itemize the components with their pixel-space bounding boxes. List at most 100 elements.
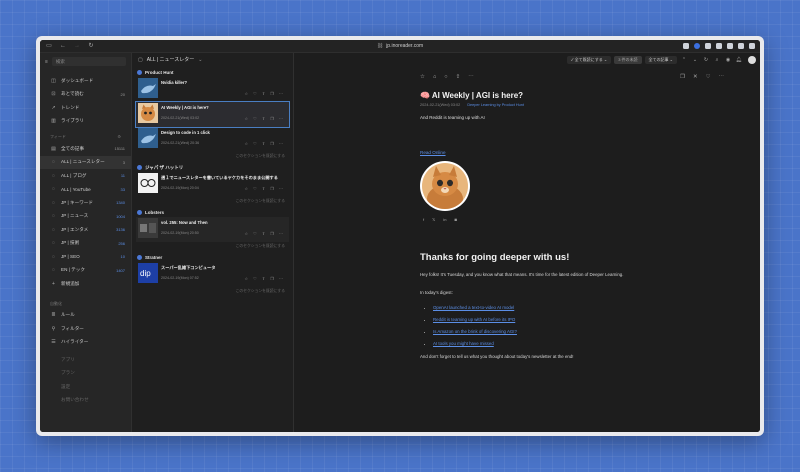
sidebar-item[interactable]: ↗ トレンド [40, 101, 131, 115]
extension-icon[interactable] [694, 43, 700, 49]
article-title: Design to code in 1 click [161, 130, 210, 135]
sidebar-feed-item[interactable]: ◌ JP | SEO 10 [40, 250, 131, 264]
extension-icon[interactable] [683, 43, 689, 49]
read-online-link[interactable]: Read Online [420, 150, 446, 155]
article-row[interactable]: Design to code in 1 click 2024-02-21(Wed)… [136, 127, 289, 152]
sidebar-item[interactable]: ▥ ライブラリ [40, 115, 131, 129]
mark-section-read-link[interactable]: このセクションを既読にする [136, 197, 289, 206]
settings-icon[interactable]: ⚙ [117, 134, 121, 140]
mark-section-read-link[interactable]: このセクションを既読にする [136, 152, 289, 161]
article-title[interactable]: 🧠 AI Weekly | AGI is here? [420, 91, 650, 100]
sidebar-feed-item[interactable]: ◌ JP | ニュース 1004 [40, 210, 131, 224]
feed-title[interactable]: Stratner [136, 253, 289, 262]
article-actions[interactable]: ☆ ♡ ⇪ ❐ ⋯ [244, 231, 285, 236]
copy-icon[interactable]: ❐ [680, 74, 685, 80]
sidebar-feed-item[interactable]: ◌ JP | キーワード 1340 [40, 196, 131, 210]
mark-section-read-link[interactable]: このセクションを既読にする [136, 242, 289, 251]
extension-icon[interactable] [716, 43, 722, 49]
sidebar-footer-link[interactable]: アプリ [40, 353, 131, 367]
article-actions[interactable]: ☆ ♡ ⇪ ❐ ⋯ [244, 116, 285, 121]
digest-link[interactable]: Is Amazon on the brink of discovering AG… [433, 329, 517, 334]
digest-link[interactable]: AI tools you might have missed [433, 341, 494, 346]
article-actions[interactable]: ☆ ♡ ⇪ ❐ ⋯ [244, 186, 285, 191]
reader-toolbar: ✓ 全て既読にする ⌄ 3 件の未読 全ての記事 ⌄ ⌃ ⌄ ↻ ⌕ ◉ 🔔︎ [294, 53, 760, 66]
discord-icon[interactable]: ◙ [454, 217, 456, 222]
chevron-up-icon[interactable]: ⌃ [680, 57, 688, 63]
sidebar-toggle-icon[interactable]: ▭ [45, 42, 53, 50]
sidebar-item[interactable]: ☰ ハイライター [40, 336, 131, 350]
sidebar-item[interactable]: ⊡ あとで読む 20 [40, 88, 131, 102]
feed-title[interactable]: ジャパ ザ ハットリ [136, 163, 289, 172]
app-window: ▭ ← → ↻ ⛓ jp.inoreader.com ≡ 検索 ◫ ダッシュボード… [40, 40, 760, 432]
feed-title[interactable]: Product Hunt [136, 68, 289, 77]
trend-icon: ↗ [51, 104, 56, 111]
facebook-icon[interactable]: f [423, 217, 424, 222]
mark-section-read-link[interactable]: このセクションを既読にする [136, 287, 289, 296]
article-source-link[interactable]: Deeper Learning by Product Hunt [467, 103, 524, 107]
sidebar-feed-item[interactable]: ◌ EN | テック 1407 [40, 264, 131, 278]
avatar[interactable] [748, 55, 756, 64]
sidebar-item[interactable]: ≣ ルール [40, 309, 131, 323]
x-icon[interactable]: 𝕏 [432, 217, 435, 222]
article-title: AI Weekly | AGI is here? [161, 105, 209, 110]
menu-icon[interactable]: ≡ [45, 59, 48, 65]
more-icon[interactable]: ⋯ [468, 74, 474, 80]
digest-link[interactable]: OpenAI launched a text-to-video AI model [433, 305, 514, 310]
address-bar[interactable]: ⛓ jp.inoreader.com [377, 43, 423, 49]
view-options-icon[interactable]: ◉ [724, 57, 732, 63]
digest-list: OpenAI launched a text-to-video AI model… [433, 305, 650, 346]
share-icon[interactable] [727, 43, 733, 49]
sidebar-footer-link[interactable]: プラン [40, 367, 131, 381]
dashboard-icon: ◫ [51, 77, 56, 84]
article-row[interactable]: vol. 255: Now and Then 2024-02-19(Mon) 20… [136, 217, 289, 242]
sidebar-feed-item[interactable]: ◌ JP | 技術 256 [40, 237, 131, 251]
sidebar: ≡ 検索 ◫ ダッシュボード ⊡ あとで読む 20 ↗ トレンド ▥ ライブラリ フィード ⚙ … [40, 53, 132, 432]
search-icon[interactable]: ⌕ [713, 57, 721, 63]
article-actions[interactable]: ☆ ♡ ⇪ ❐ ⋯ [244, 276, 285, 281]
circle-icon[interactable]: ○ [444, 74, 447, 80]
mark-all-read-button[interactable]: ✓ 全て既読にする ⌄ [566, 55, 612, 64]
forward-icon[interactable]: → [73, 42, 81, 50]
sidebar-item[interactable]: ◫ ダッシュボード [40, 74, 131, 88]
article-row[interactable]: AI Weekly | AGI is here? 2024-02-21(Wed) … [135, 101, 290, 128]
chevron-down-icon[interactable]: ⌄ [198, 57, 202, 63]
sidebar-feed-item[interactable]: ◌ JP | エンタメ 3136 [40, 223, 131, 237]
folder-circle-icon: ◌ [52, 226, 55, 233]
sidebar-feed-item[interactable]: ▤ 全ての記事 15111 [40, 142, 131, 156]
extension-icon[interactable] [705, 43, 711, 49]
share-icon[interactable]: ⇪ [456, 74, 461, 80]
reload-icon[interactable]: ↻ [87, 42, 95, 50]
add-tab-icon[interactable] [738, 43, 744, 49]
sidebar-feed-item[interactable]: ◌ ALL | YouTube 33 [40, 183, 131, 197]
view-filter-select[interactable]: 全ての記事 ⌄ [644, 55, 677, 64]
save-icon[interactable]: ♡ [706, 74, 711, 80]
search-input[interactable]: 検索 [51, 57, 126, 66]
tabs-overview-icon[interactable] [749, 43, 755, 49]
close-icon[interactable]: ✕ [693, 74, 698, 80]
star-icon[interactable]: ☆ [420, 74, 425, 80]
back-icon[interactable]: ← [59, 42, 67, 50]
feed-title[interactable]: Lobsters [136, 208, 289, 217]
article-actions[interactable]: ☆ ♡ ⇪ ❐ ⋯ [244, 141, 285, 146]
sidebar-footer-link[interactable]: お問い合わせ [40, 394, 131, 408]
more-icon[interactable]: ⋯ [719, 74, 725, 80]
sidebar-feed-item[interactable]: ◌ ALL | ニュースレター 3 [40, 155, 131, 169]
feed-icon [137, 210, 142, 215]
tag-icon[interactable]: ⌂ [433, 74, 436, 80]
list-title[interactable]: ALL | ニュースレター [147, 56, 195, 63]
bell-icon[interactable]: 🔔︎ [735, 57, 743, 63]
add-feed-button[interactable]: + 新規追加 [40, 277, 131, 291]
sidebar-feed-item[interactable]: ◌ ALL | ブログ 11 [40, 169, 131, 183]
article-lead: And Reddit is teaming up with AI [420, 115, 485, 120]
article-row[interactable]: dip スーパー乱雑下コンピュータ 2024-02-19(Mon) 07:52 ☆ ♡… [136, 262, 289, 287]
unread-count: 10 [120, 254, 125, 260]
article-row[interactable]: 週１でニュースレターを書いているヤケカをそのまま公開する 2024-02-19(M… [136, 172, 289, 197]
sidebar-item[interactable]: ⚲ フィルター [40, 322, 131, 336]
article-actions[interactable]: ☆ ♡ ⇪ ❐ ⋯ [244, 91, 285, 96]
digest-link[interactable]: Reddit is teaming up with AI before its … [433, 317, 515, 322]
refresh-icon[interactable]: ↻ [702, 57, 710, 63]
linkedin-icon[interactable]: in [443, 217, 446, 222]
sidebar-footer-link[interactable]: 設定 [40, 380, 131, 394]
chevron-down-icon[interactable]: ⌄ [691, 57, 699, 63]
article-row[interactable]: Nvidia killer? ☆ ♡ ⇪ ❐ ⋯ [136, 77, 289, 102]
